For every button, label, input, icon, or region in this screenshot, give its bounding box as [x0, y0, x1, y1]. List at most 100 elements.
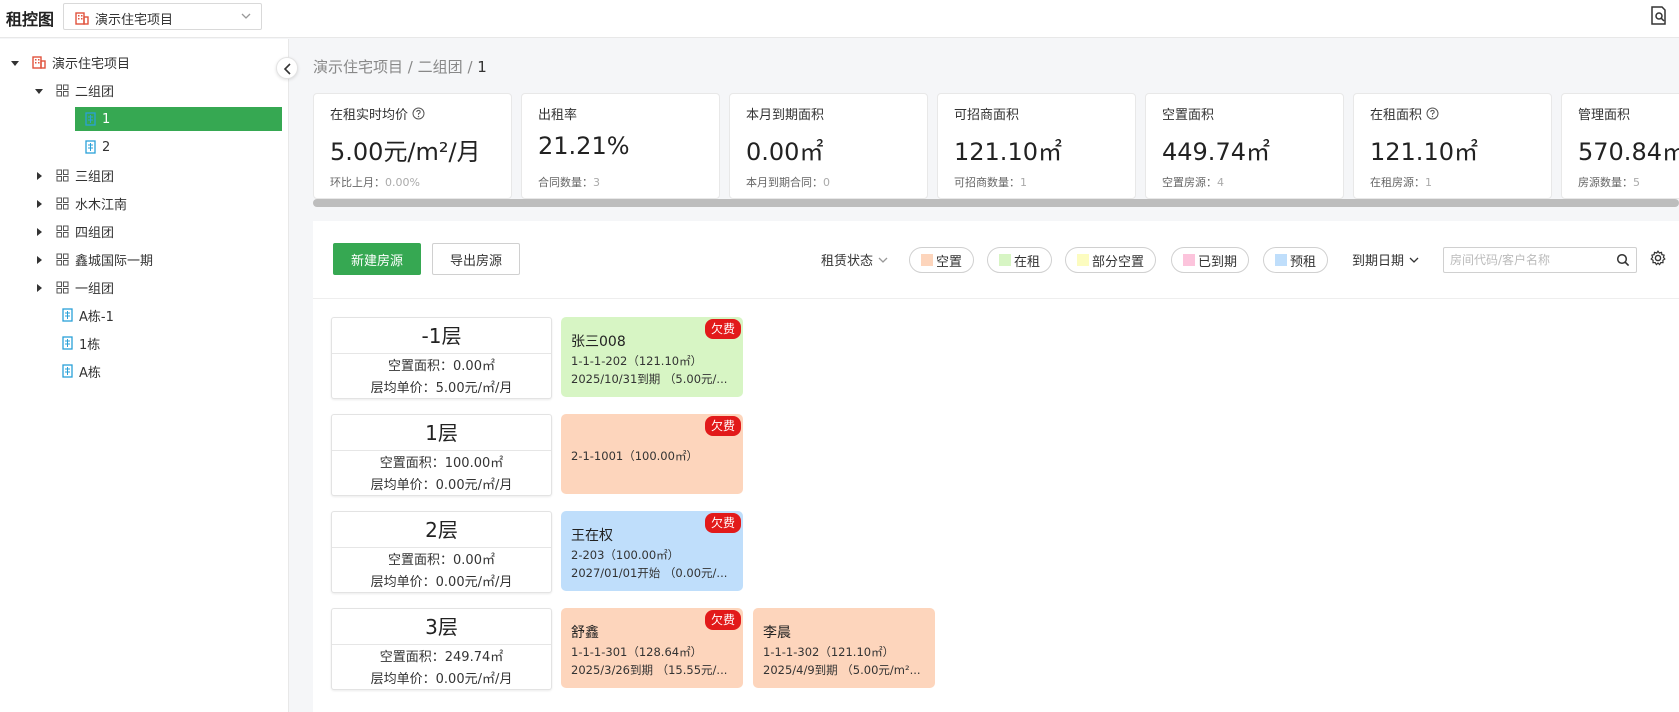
search-icon[interactable]: [1616, 253, 1630, 271]
legend-partial-vacant[interactable]: 部分空置: [1065, 247, 1157, 273]
breadcrumb-current: 1: [477, 58, 487, 76]
sidebar: 演示住宅项目 二组团 1 2 三组团 水木江南 四组团 鑫城国际一期 一组团 A…: [0, 39, 289, 712]
help-icon[interactable]: [1426, 107, 1439, 120]
stat-sub-value: 0: [823, 176, 830, 189]
stat-label: 出租率: [538, 108, 578, 123]
floor-card[interactable]: 3层 空置面积：249.74㎡ 层均单价：0.00元/㎡/月: [331, 608, 552, 690]
tree-label: 2: [102, 139, 111, 155]
legend-vacant[interactable]: 空置: [909, 247, 975, 273]
breadcrumb-project[interactable]: 演示住宅项目: [313, 58, 403, 76]
stat-sub-value: 1: [1425, 176, 1432, 189]
tree-item-b1[interactable]: 1栋: [62, 331, 100, 355]
caret-right-icon[interactable]: [34, 170, 44, 180]
unit-lease-info: 2025/3/26到期 （15.55元/...: [571, 663, 728, 677]
unit-code-area: 1-1-1-301（128.64㎡）: [571, 645, 703, 659]
tree-label: 二组团: [75, 84, 115, 100]
legend-expired[interactable]: 已到期: [1171, 247, 1250, 273]
legend-pre-lease[interactable]: 预租: [1263, 247, 1329, 273]
unit-code-area: 2-1-1001（100.00㎡）: [571, 449, 698, 463]
stat-sub-label: 环比上月：: [330, 176, 385, 189]
tree-item-group-2[interactable]: 二组团: [34, 78, 114, 102]
stat-sub-label: 在租房源：: [1370, 176, 1425, 189]
caret-right-icon[interactable]: [34, 254, 44, 264]
tree-label: 水木江南: [75, 197, 128, 213]
legend-label: 预租: [1290, 254, 1317, 270]
tree-item-building-1[interactable]: 1: [75, 107, 282, 131]
stat-value: 570.84㎡: [1578, 138, 1679, 166]
floor-avg-price: 层均单价：0.00元/㎡/月: [370, 575, 513, 590]
unit-card[interactable]: 欠费 张三008 1-1-1-202（121.10㎡） 2025/10/31到期…: [561, 317, 743, 397]
unit-card[interactable]: 欠费 王在权 2-203（100.00㎡） 2027/01/01开始 （0.00…: [561, 511, 743, 591]
grid-icon: [56, 84, 69, 97]
new-unit-button[interactable]: 新建房源: [333, 243, 421, 275]
unit-card[interactable]: 欠费 2-1-1001（100.00㎡）: [561, 414, 743, 494]
stats-row: 在租实时均价 5.00元/m²/月 环比上月：0.00% 出租率 21.21% …: [313, 93, 1679, 199]
gear-icon[interactable]: [1650, 250, 1666, 270]
expiry-date-filter[interactable]: 到期日期: [1352, 250, 1420, 269]
caret-down-icon[interactable]: [34, 85, 44, 95]
tree-label: A栋: [79, 365, 101, 381]
tree-item-building-2[interactable]: 2: [85, 135, 110, 159]
building-tall-icon: [85, 140, 96, 154]
tree-item-group-1[interactable]: 一组团: [34, 275, 114, 299]
stat-sub-value: 5: [1633, 176, 1640, 189]
unit-lease-info: 2027/01/01开始 （0.00元/...: [571, 566, 728, 580]
lease-status-filter[interactable]: 租赁状态: [821, 250, 889, 269]
caret-right-icon[interactable]: [34, 282, 44, 292]
floor-name: -1层: [332, 318, 551, 354]
unit-code-area: 2-203（100.00㎡）: [571, 548, 680, 562]
help-icon[interactable]: [412, 107, 425, 120]
building-tall-icon: [62, 364, 73, 378]
stat-card-avg-price: 在租实时均价 5.00元/m²/月 环比上月：0.00%: [313, 93, 512, 199]
legend-leased[interactable]: 在租: [987, 247, 1053, 273]
project-select[interactable]: 演示住宅项目: [63, 3, 262, 30]
tree-item-xincheng[interactable]: 鑫城国际一期: [34, 247, 153, 271]
arrears-badge: 欠费: [704, 513, 741, 533]
stat-sub-label: 本月到期合同：: [746, 176, 823, 189]
stat-sub-label: 合同数量：: [538, 176, 593, 189]
caret-right-icon[interactable]: [34, 198, 44, 208]
floor-card[interactable]: -1层 空置面积：0.00㎡ 层均单价：5.00元/㎡/月: [331, 317, 552, 399]
grid-icon: [56, 225, 69, 238]
unit-card[interactable]: 李晨 1-1-1-302（121.10㎡） 2025/4/9到期 （5.00元/…: [753, 608, 935, 688]
export-units-button[interactable]: 导出房源: [432, 243, 520, 275]
floor-card[interactable]: 2层 空置面积：0.00㎡ 层均单价：0.00元/㎡/月: [331, 511, 552, 593]
lease-status-label: 租赁状态: [821, 254, 874, 269]
stat-label: 管理面积: [1578, 108, 1631, 123]
tree-item-shuimu[interactable]: 水木江南: [34, 191, 127, 215]
legend-label: 已到期: [1198, 254, 1238, 270]
stat-card-managed: 管理面积 570.84㎡ 房源数量：5: [1561, 93, 1679, 199]
grid-icon: [56, 169, 69, 182]
project-select-value: 演示住宅项目: [95, 13, 174, 28]
tree-item-a[interactable]: A栋: [62, 359, 101, 383]
tree-item-group-4[interactable]: 四组团: [34, 219, 114, 243]
floor-card[interactable]: 1层 空置面积：100.00㎡ 层均单价：0.00元/㎡/月: [331, 414, 552, 496]
building-icon: [75, 11, 89, 29]
breadcrumb-group[interactable]: 二组团: [418, 58, 463, 76]
stat-sub-value: 1: [1020, 176, 1027, 189]
legend-swatch: [1077, 254, 1089, 266]
floor-name: 2层: [332, 512, 551, 548]
tree-label: 一组团: [75, 281, 115, 297]
search-input[interactable]: [1450, 251, 1610, 269]
stat-value: 0.00㎡: [746, 138, 824, 166]
unit-tenant: 舒鑫: [571, 625, 599, 641]
tree-item-group-3[interactable]: 三组团: [34, 163, 114, 187]
unit-code-area: 1-1-1-202（121.10㎡）: [571, 354, 703, 368]
unit-card[interactable]: 欠费 舒鑫 1-1-1-301（128.64㎡） 2025/3/26到期 （15…: [561, 608, 743, 688]
unit-code-area: 1-1-1-302（121.10㎡）: [763, 645, 895, 659]
report-search-icon[interactable]: [1649, 5, 1669, 31]
tree-label: A栋-1: [79, 309, 114, 325]
caret-down-icon[interactable]: [10, 57, 20, 67]
floor-vacant-area: 空置面积：0.00㎡: [388, 359, 495, 374]
legend-label: 空置: [936, 254, 963, 270]
caret-right-icon[interactable]: [34, 226, 44, 236]
collapse-sidebar-button[interactable]: [276, 57, 298, 79]
tree-item-a1[interactable]: A栋-1: [62, 303, 114, 327]
building-tall-icon: [62, 336, 73, 350]
tree-label: 三组团: [75, 169, 115, 185]
tree-root[interactable]: 演示住宅项目: [10, 50, 130, 74]
stat-card-occupancy: 出租率 21.21% 合同数量：3: [521, 93, 720, 199]
stats-scrollbar[interactable]: [313, 199, 1679, 207]
floor-avg-price: 层均单价：0.00元/㎡/月: [370, 478, 513, 493]
